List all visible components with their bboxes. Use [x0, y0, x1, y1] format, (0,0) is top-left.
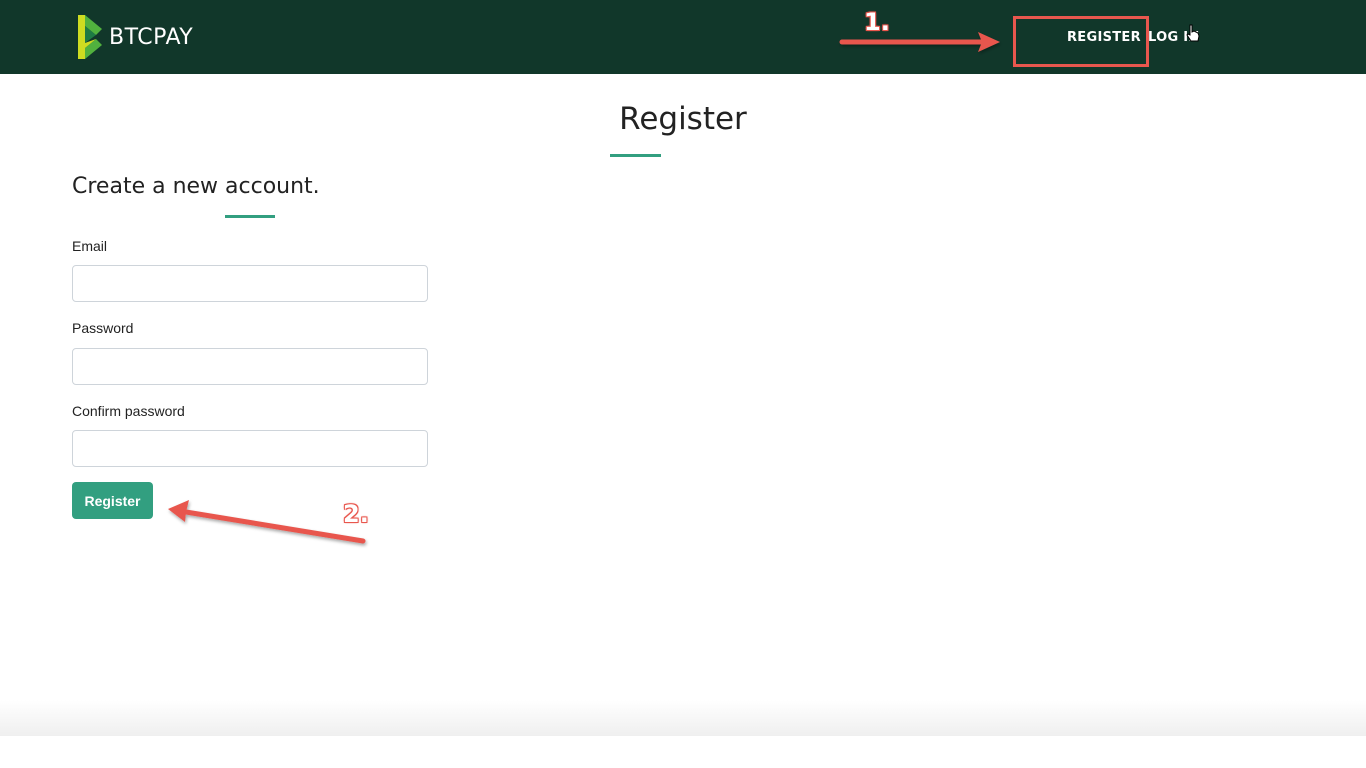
page-footer-shadow	[0, 700, 1366, 736]
arrow-to-register-button	[168, 500, 366, 544]
arrow-to-register-link	[839, 32, 1000, 52]
annotation-arrows	[168, 32, 1000, 544]
